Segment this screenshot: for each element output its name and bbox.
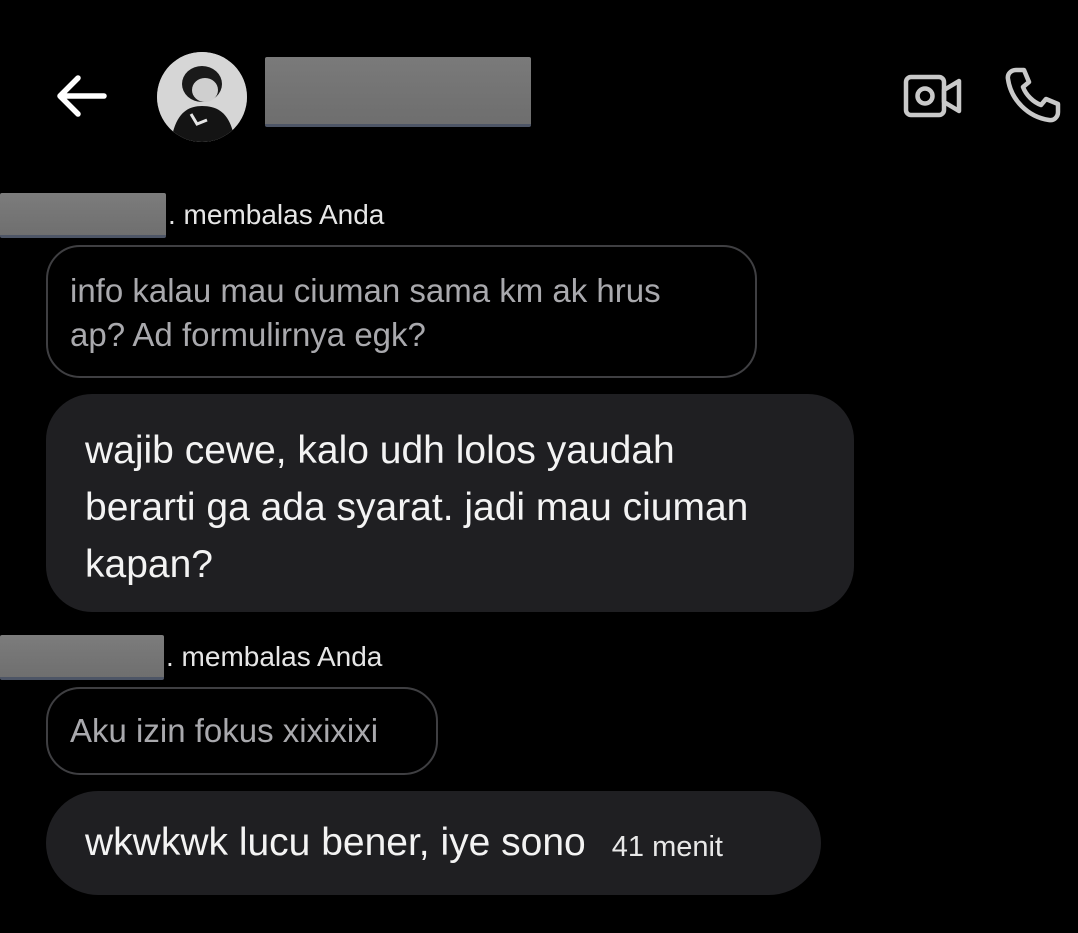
video-camera-icon: [903, 74, 962, 118]
sent-message-bubble[interactable]: wajib cewe, kalo udh lolos yaudah berart…: [46, 394, 854, 612]
quoted-message[interactable]: info kalau mau ciuman sama km ak hrus ap…: [46, 245, 757, 378]
contact-avatar[interactable]: [157, 52, 247, 142]
contact-name-redacted[interactable]: [265, 57, 531, 127]
message-text: wkwkwk lucu bener, iye sono: [85, 821, 586, 864]
avatar-photo: [157, 52, 247, 142]
message-text-line: berarti ga ada syarat. jadi mau ciuman: [85, 486, 749, 529]
video-call-button[interactable]: [898, 66, 968, 126]
sender-name-redacted: [0, 634, 164, 680]
arrow-left-icon: [57, 75, 107, 117]
reply-context: . membalas Anda: [0, 192, 384, 238]
sender-name-redacted: [0, 192, 166, 238]
quoted-message-text: Aku izin fokus xixixixi: [70, 712, 379, 749]
voice-call-button[interactable]: [998, 62, 1068, 128]
quoted-message[interactable]: Aku izin fokus xixixixi: [46, 687, 438, 775]
message-timestamp: 41 menit: [611, 830, 723, 863]
reply-context-label: . membalas Anda: [168, 199, 385, 230]
quoted-message-line: info kalau mau ciuman sama km ak hrus: [70, 272, 661, 309]
sent-message-bubble[interactable]: wkwkwk lucu bener, iye sono 41 menit: [46, 791, 821, 895]
quoted-message-line: ap? Ad formulirnya egk?: [70, 316, 426, 353]
phone-icon: [1005, 67, 1061, 123]
back-button[interactable]: [48, 66, 112, 126]
reply-context: . membalas Anda: [0, 634, 382, 680]
message-text-line: wajib cewe, kalo udh lolos yaudah: [85, 429, 675, 472]
reply-context-label: . membalas Anda: [166, 641, 383, 672]
message-text-line: kapan?: [85, 543, 213, 586]
